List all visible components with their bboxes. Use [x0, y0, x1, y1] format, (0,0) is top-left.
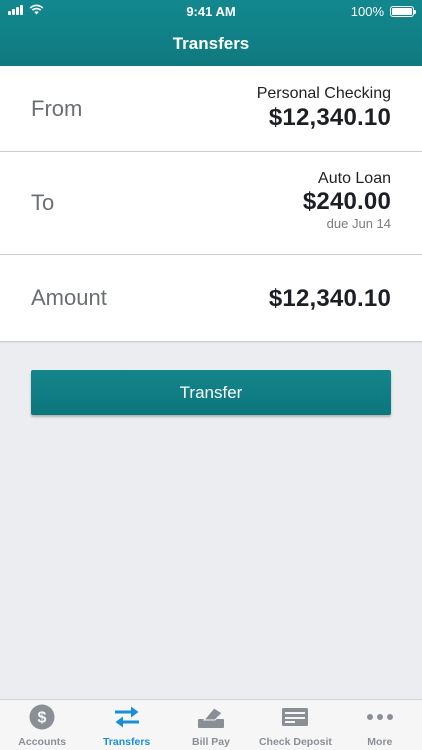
page-title: Transfers — [172, 34, 250, 53]
tab-transfers[interactable]: Transfers — [84, 700, 168, 750]
to-account-amount: $240.00 — [302, 188, 391, 215]
transfer-form: From Personal Checking $12,340.10 To Aut… — [0, 66, 422, 342]
tab-bill-pay-label: Bill Pay — [192, 736, 230, 748]
header: 9:41 AM 100% Transfers — [0, 0, 422, 66]
from-row[interactable]: From Personal Checking $12,340.10 — [0, 66, 422, 152]
tab-bill-pay[interactable]: Bill Pay — [169, 700, 253, 750]
battery-percent: 100% — [350, 4, 384, 19]
to-details: Auto Loan $240.00 due Jun 14 — [303, 170, 391, 231]
to-due-date: due Jun 14 — [326, 216, 391, 231]
to-account-name: Auto Loan — [318, 170, 391, 187]
amount-row[interactable]: Amount $12,340.10 — [0, 255, 422, 342]
transfer-button[interactable]: Transfer — [31, 370, 391, 415]
from-account-balance: $12,340.10 — [268, 104, 391, 131]
from-details: Personal Checking $12,340.10 — [257, 85, 391, 132]
tab-more[interactable]: More — [338, 700, 422, 750]
from-label: From — [31, 95, 83, 121]
check-icon — [280, 703, 310, 731]
to-label: To — [31, 190, 55, 215]
tab-accounts[interactable]: $ Accounts — [0, 700, 84, 750]
status-bar: 9:41 AM 100% — [0, 0, 422, 22]
amount-value[interactable]: $12,340.10 — [269, 285, 391, 313]
tab-accounts-label: Accounts — [18, 736, 67, 748]
amount-label: Amount — [31, 285, 107, 310]
tab-bar: $ Accounts Transfers Bill Pay Check Depo… — [0, 699, 422, 750]
tab-check-deposit-label: Check Deposit — [258, 736, 332, 748]
status-right: 100% — [350, 4, 416, 19]
svg-text:$: $ — [38, 710, 47, 727]
to-row[interactable]: To Auto Loan $240.00 due Jun 14 — [0, 152, 422, 255]
from-account-name: Personal Checking — [256, 85, 391, 102]
amount-details: $12,340.10 — [269, 285, 391, 313]
tab-transfers-label: Transfers — [102, 736, 151, 748]
bill-pay-icon — [196, 703, 226, 731]
tab-check-deposit[interactable]: Check Deposit — [253, 700, 337, 750]
tab-more-label: More — [367, 736, 393, 748]
dollar-circle-icon: $ — [27, 703, 57, 731]
more-dots-icon — [365, 703, 395, 731]
transfer-arrows-icon — [112, 703, 142, 731]
battery-icon — [390, 6, 416, 17]
